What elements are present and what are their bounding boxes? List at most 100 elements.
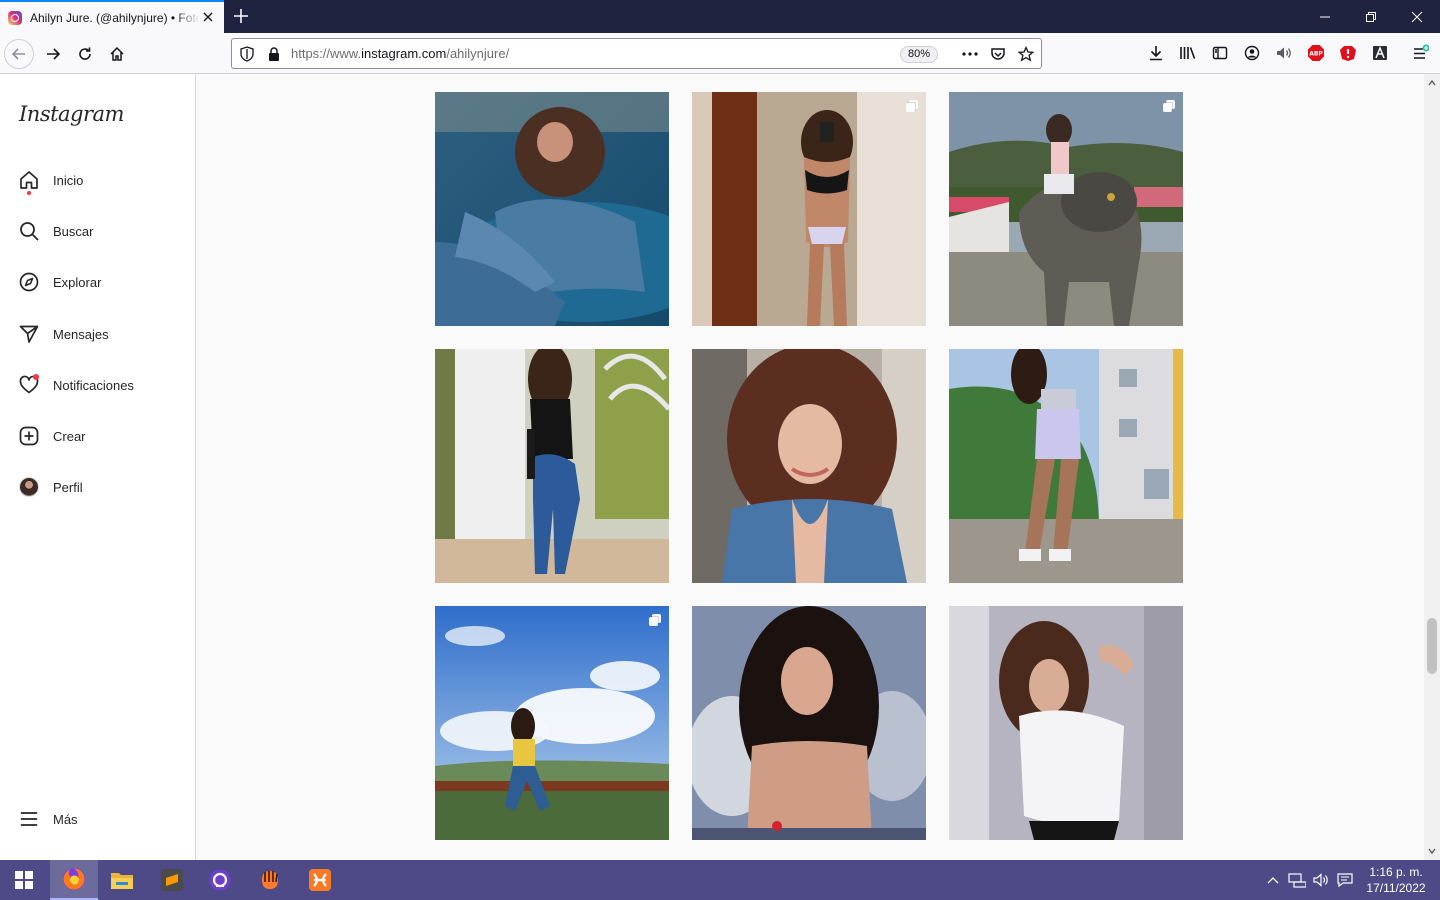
- extension-icon[interactable]: [1338, 43, 1358, 63]
- pocket-icon[interactable]: [989, 45, 1007, 63]
- carousel-icon: [649, 614, 661, 626]
- search-icon: [18, 220, 40, 242]
- post-tile[interactable]: [949, 92, 1183, 326]
- reload-icon: [79, 47, 91, 60]
- compass-icon: [18, 271, 40, 293]
- hamburger-menu-icon: [18, 808, 40, 830]
- extension-icon-2[interactable]: [1370, 43, 1390, 63]
- address-bar[interactable]: https://www.instagram.com/ahilynjure/ 80…: [231, 38, 1042, 69]
- notification-center-icon[interactable]: [1336, 871, 1354, 889]
- clock-time: 1:16 p. m.: [1369, 865, 1423, 879]
- scroll-down-icon[interactable]: [1427, 846, 1437, 856]
- sublime-text-icon[interactable]: [148, 860, 196, 900]
- url-text[interactable]: https://www.instagram.com/ahilynjure/: [291, 46, 509, 61]
- tab-title: Ahilyn Jure. (@ahilynjure) • Fotos y vid…: [30, 10, 200, 25]
- plus-square-icon: [18, 425, 40, 447]
- instagram-sidebar: Instagram Inicio Buscar Explorar Mensaje…: [0, 74, 196, 860]
- firefox-icon[interactable]: [50, 860, 98, 900]
- post-tile[interactable]: [692, 606, 926, 840]
- app-icon[interactable]: [246, 860, 294, 900]
- home-button[interactable]: [102, 39, 132, 69]
- volume-icon[interactable]: [1312, 871, 1330, 889]
- windows-taskbar: 1:16 p. m. 17/11/2022: [0, 860, 1440, 900]
- reload-button[interactable]: [70, 39, 100, 69]
- instagram-logo[interactable]: Instagram: [19, 102, 124, 126]
- nav-item-mas[interactable]: Más: [12, 799, 184, 839]
- url-prefix: https://www.: [291, 46, 362, 61]
- url-path: /ahilynjure/: [446, 46, 510, 61]
- nav-item-explorar[interactable]: Explorar: [12, 262, 184, 302]
- forward-button[interactable]: [38, 39, 68, 69]
- browser-tab[interactable]: Ahilyn Jure. (@ahilynjure) • Fotos y vid…: [0, 0, 224, 33]
- taskbar-clock[interactable]: 1:16 p. m. 17/11/2022: [1360, 864, 1432, 896]
- file-explorer-icon[interactable]: [98, 860, 146, 900]
- post-image: [435, 92, 669, 326]
- more-icon[interactable]: [961, 45, 979, 63]
- menu-icon[interactable]: [1410, 43, 1430, 63]
- star-icon[interactable]: [1017, 45, 1035, 63]
- windows-start-icon[interactable]: [0, 860, 48, 900]
- speaker-icon[interactable]: [1274, 43, 1294, 63]
- nav-item-crear[interactable]: Crear: [12, 416, 184, 456]
- notification-dot: [33, 374, 39, 380]
- minimize-icon[interactable]: [1302, 0, 1348, 33]
- lock-icon[interactable]: [265, 45, 283, 63]
- page-scrollbar[interactable]: [1424, 74, 1440, 860]
- github-desktop-icon[interactable]: [196, 860, 244, 900]
- nav-label-crear: Crear: [53, 428, 86, 444]
- back-icon: [11, 48, 25, 60]
- post-image: [949, 92, 1183, 326]
- new-tab-icon[interactable]: [230, 5, 252, 27]
- post-tile[interactable]: [692, 92, 926, 326]
- scrollbar-thumb[interactable]: [1427, 618, 1437, 674]
- post-image: [692, 349, 926, 583]
- shield-icon[interactable]: [238, 45, 256, 63]
- sidebar-icon[interactable]: [1210, 43, 1230, 63]
- close-window-icon[interactable]: [1394, 0, 1440, 33]
- notification-dot: [27, 191, 31, 195]
- nav-label-explorar: Explorar: [53, 274, 102, 290]
- account-icon[interactable]: [1242, 43, 1262, 63]
- back-button[interactable]: [4, 39, 34, 69]
- url-host: instagram.com: [361, 46, 447, 61]
- xampp-icon[interactable]: [296, 860, 344, 900]
- post-tile[interactable]: [435, 92, 669, 326]
- network-icon[interactable]: [1288, 871, 1306, 889]
- download-icon[interactable]: [1146, 43, 1166, 63]
- restore-icon[interactable]: [1348, 0, 1394, 33]
- adblock-icon[interactable]: ABP: [1306, 43, 1326, 63]
- post-image: [949, 606, 1183, 840]
- nav-item-inicio[interactable]: Inicio: [12, 160, 184, 200]
- post-tile[interactable]: [435, 349, 669, 583]
- home-icon: [18, 169, 40, 195]
- zoom-level-button[interactable]: 80%: [900, 46, 938, 63]
- avatar: [19, 477, 39, 497]
- close-tab-icon[interactable]: [200, 9, 216, 25]
- nav-label-buscar: Buscar: [53, 223, 94, 239]
- post-image: [692, 92, 926, 326]
- instagram-favicon-icon: [8, 10, 22, 25]
- heart-icon: [18, 374, 40, 396]
- clock-date: 17/11/2022: [1366, 881, 1426, 895]
- nav-item-perfil[interactable]: Perfil: [12, 467, 184, 507]
- post-tile[interactable]: [949, 606, 1183, 840]
- svg-text:ABP: ABP: [1309, 51, 1323, 58]
- post-tile[interactable]: [692, 349, 926, 583]
- nav-label-inicio: Inicio: [53, 172, 84, 188]
- nav-item-notificaciones[interactable]: Notificaciones: [12, 365, 184, 405]
- post-tile[interactable]: [949, 349, 1183, 583]
- scroll-up-icon[interactable]: [1427, 78, 1437, 88]
- post-image: [435, 606, 669, 840]
- chevron-up-icon[interactable]: [1264, 871, 1282, 889]
- nav-label-mensajes: Mensajes: [53, 326, 109, 342]
- library-icon[interactable]: [1178, 43, 1198, 63]
- browser-toolbar: https://www.instagram.com/ahilynjure/ 80…: [0, 33, 1440, 74]
- post-image: [949, 349, 1183, 583]
- post-image: [435, 349, 669, 583]
- post-tile[interactable]: [435, 606, 669, 840]
- instagram-page: Instagram Inicio Buscar Explorar Mensaje…: [0, 74, 1440, 860]
- nav-item-buscar[interactable]: Buscar: [12, 211, 184, 251]
- nav-item-mensajes[interactable]: Mensajes: [12, 314, 184, 354]
- home-icon: [110, 46, 124, 61]
- post-image: [692, 606, 926, 840]
